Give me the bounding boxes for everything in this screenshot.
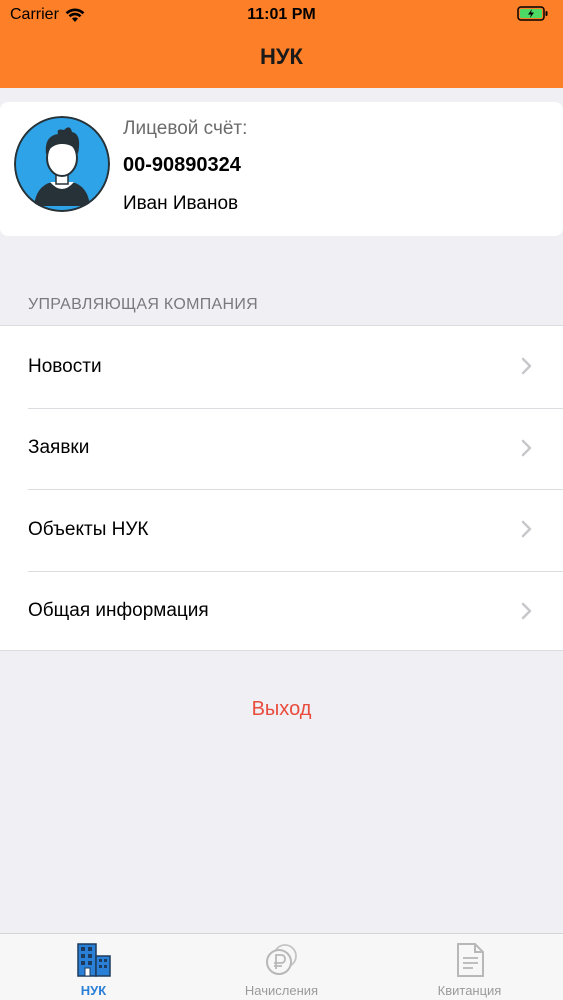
account-label: Лицевой счёт:: [123, 118, 248, 139]
user-name: Иван Иванов: [123, 193, 239, 214]
ruble-coin-icon: [265, 944, 297, 975]
tab-label: Начисления: [244, 983, 319, 998]
menu-item-label: Заявки: [28, 437, 90, 459]
menu-item-label: Новости: [28, 355, 102, 377]
menu-item-news[interactable]: Новости: [0, 326, 563, 408]
chevron-right-icon: [521, 520, 532, 538]
battery-icon: [517, 6, 549, 27]
section-header: УПРАВЛЯЮЩАЯ КОМПАНИЯ: [28, 296, 259, 313]
menu-item-objects[interactable]: Объекты НУК: [0, 489, 563, 571]
tab-label: НУК: [80, 983, 107, 998]
chevron-right-icon: [521, 439, 532, 456]
header-bar: Carrier 11:01 PM НУК: [0, 0, 563, 88]
menu-item-requests[interactable]: Заявки: [0, 407, 563, 490]
menu-item-general-info[interactable]: Общая информация: [0, 570, 563, 653]
chevron-right-icon: [521, 357, 532, 375]
document-icon: [456, 943, 484, 977]
building-icon: [76, 943, 111, 977]
avatar: [14, 116, 110, 212]
tab-bar: НУК Начисления Квитанция: [0, 933, 563, 1000]
profile-card[interactable]: Лицевой счёт: 00-90890324 Иван Иванов: [0, 102, 563, 236]
page-title: НУК: [259, 44, 303, 69]
menu-item-label: Общая информация: [28, 600, 209, 622]
status-bar: Carrier 11:01 PM: [0, 0, 563, 30]
user-avatar-icon: [14, 116, 110, 212]
status-time: 11:01 PM: [247, 6, 316, 23]
tab-charges[interactable]: Начисления: [188, 934, 375, 1000]
menu-list: Новости Заявки Объекты НУК Общая информа…: [0, 325, 563, 651]
chevron-right-icon: [521, 602, 532, 619]
tab-receipt[interactable]: Квитанция: [376, 934, 563, 1000]
account-number: 00-90890324: [123, 154, 241, 176]
tab-label: Квитанция: [437, 983, 502, 998]
tab-nuk[interactable]: НУК: [0, 934, 187, 1000]
logout-button[interactable]: Выход: [0, 698, 563, 721]
menu-item-label: Объекты НУК: [28, 518, 149, 540]
